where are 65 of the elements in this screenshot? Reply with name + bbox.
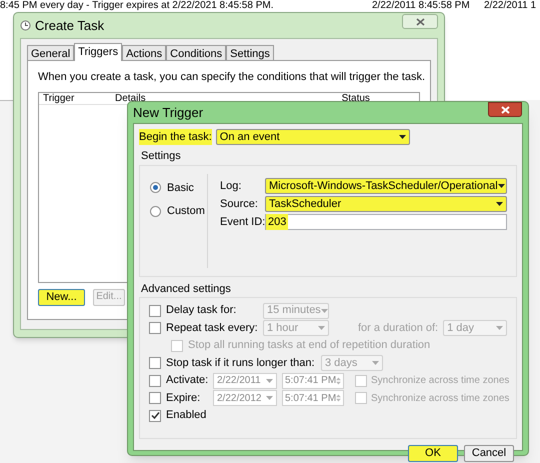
radio-button[interactable] — [150, 182, 161, 194]
caret-icon — [496, 202, 503, 206]
checkbox[interactable] — [149, 322, 161, 334]
trigger-button[interactable]: New... — [38, 288, 85, 306]
group-label: Advanced settings — [141, 282, 232, 296]
checkbox[interactable] — [355, 392, 367, 404]
checkbox[interactable] — [355, 374, 367, 386]
option-label: Delay task for: — [166, 303, 238, 318]
tab[interactable]: General — [27, 45, 74, 60]
checkbox[interactable] — [149, 410, 161, 422]
tab[interactable]: Actions — [122, 45, 166, 60]
checkbox[interactable] — [149, 392, 161, 404]
caret-icon — [372, 361, 379, 365]
column-header[interactable]: Status — [342, 92, 370, 104]
option-label: Repeat task every: — [166, 320, 258, 336]
checkbox[interactable] — [149, 374, 161, 386]
close-icon — [416, 18, 424, 26]
option-label: Expire: — [166, 390, 202, 406]
caret-icon — [318, 326, 325, 330]
group-label: Settings — [141, 149, 182, 164]
clock-icon — [20, 20, 31, 31]
close-button[interactable] — [402, 14, 438, 29]
spin-icon — [336, 392, 341, 404]
option-label: Enabled — [166, 408, 208, 424]
field-label: Source: — [220, 196, 259, 212]
begin-label: Begin the task: — [139, 128, 212, 146]
checkbox[interactable] — [149, 304, 161, 316]
radio-label: Custom — [167, 204, 205, 219]
tab[interactable]: Settings — [226, 45, 274, 60]
spin-icon — [336, 374, 341, 386]
field-dropdown[interactable]: TaskScheduler — [265, 196, 507, 212]
dialog-button[interactable]: OK — [408, 445, 458, 462]
checkbox[interactable] — [171, 340, 183, 352]
close-icon — [500, 106, 510, 114]
option-label: Activate: — [166, 373, 208, 388]
background-text: 8:45 PM every day - Trigger expires at 2/22/2021 8:45:58 PM. — [0, 0, 274, 11]
caret-icon — [498, 184, 505, 188]
begin-dropdown[interactable]: On an event — [216, 129, 410, 145]
background-text: 2/22/2011 1 — [484, 0, 536, 11]
input-field[interactable]: 203 — [265, 214, 507, 230]
radio-button[interactable] — [150, 206, 161, 217]
window-title: Create Task — [35, 16, 104, 35]
caret-icon — [266, 378, 273, 382]
option-label: Stop task if it runs longer than: — [166, 356, 316, 371]
radio-label: Basic — [167, 180, 194, 196]
background-text: 2/22/2011 8:45:58 PM — [372, 0, 471, 11]
duration-label: for a duration of: — [358, 320, 438, 336]
close-button[interactable] — [488, 102, 522, 117]
caret-icon — [398, 135, 406, 139]
caret-icon — [266, 396, 273, 400]
dialog-button[interactable]: Cancel — [464, 445, 514, 462]
tab[interactable]: Triggers — [74, 43, 122, 61]
tab[interactable]: Conditions — [166, 45, 226, 60]
field-dropdown[interactable]: Microsoft-Windows-TaskScheduler/Operational — [265, 178, 507, 194]
caret-icon — [496, 326, 504, 330]
field-label: Event ID: — [220, 214, 265, 230]
window-title: New Trigger — [133, 104, 204, 122]
field-label: Log: — [220, 178, 242, 194]
sync-label: Synchronize across time zones — [371, 374, 510, 388]
column-header[interactable]: Trigger — [43, 92, 115, 104]
column-header[interactable]: Details — [115, 92, 146, 104]
checkbox[interactable] — [149, 357, 161, 369]
option-label: Stop all running tasks at end of repetition duration — [188, 338, 432, 354]
caret-icon — [320, 308, 328, 312]
sync-label: Synchronize across time zones — [371, 392, 510, 406]
